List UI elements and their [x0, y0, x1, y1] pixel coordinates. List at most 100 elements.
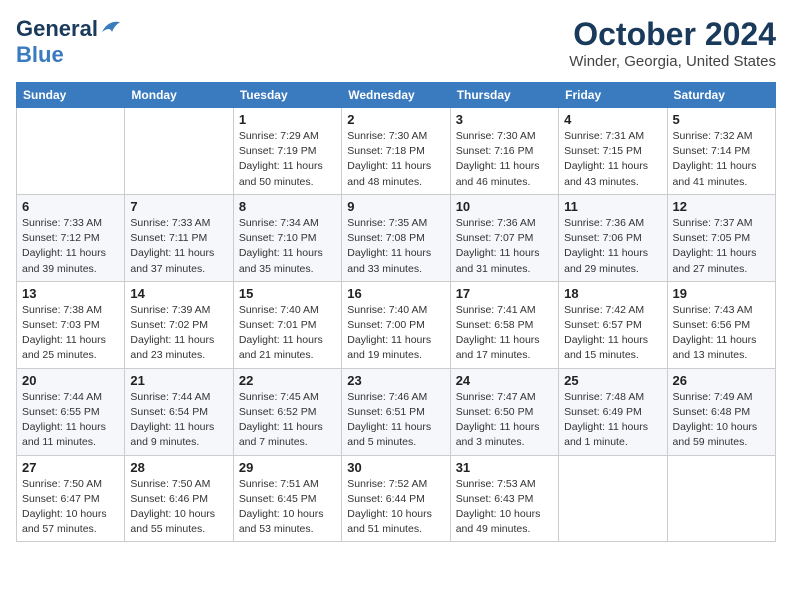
logo: General Blue: [16, 16, 122, 68]
day-number: 23: [347, 373, 444, 388]
day-number: 6: [22, 199, 119, 214]
calendar-cell: 22Sunrise: 7:45 AMSunset: 6:52 PMDayligh…: [233, 368, 341, 455]
calendar-cell: 5 Sunrise: 7:32 AMSunset: 7:14 PMDaylight…: [667, 108, 775, 195]
day-number: 30: [347, 460, 444, 475]
day-info: Sunrise: 7:30 AMSunset: 7:16 PMDaylight:…: [456, 129, 553, 190]
calendar-cell: [559, 455, 667, 542]
day-info: Sunrise: 7:32 AMSunset: 7:14 PMDaylight:…: [673, 129, 770, 190]
calendar-week-row: 1Sunrise: 7:29 AMSunset: 7:19 PMDaylight…: [17, 108, 776, 195]
day-info: Sunrise: 7:36 AMSunset: 7:06 PMDaylight:…: [564, 216, 661, 277]
calendar-cell: 24 Sunrise: 7:47 AMSunset: 6:50 PMDayligh…: [450, 368, 558, 455]
day-number: 12: [673, 199, 770, 214]
col-saturday: Saturday: [667, 83, 775, 108]
day-info: Sunrise: 7:33 AMSunset: 7:12 PMDaylight:…: [22, 216, 119, 277]
day-info: Sunrise: 7:38 AMSunset: 7:03 PMDaylight:…: [22, 303, 119, 364]
col-tuesday: Tuesday: [233, 83, 341, 108]
day-number: 19: [673, 286, 770, 301]
calendar-header-row: Sunday Monday Tuesday Wednesday Thursday…: [17, 83, 776, 108]
calendar-cell: 20Sunrise: 7:44 AMSunset: 6:55 PMDayligh…: [17, 368, 125, 455]
calendar-cell: 18Sunrise: 7:42 AMSunset: 6:57 PMDayligh…: [559, 281, 667, 368]
day-number: 21: [130, 373, 227, 388]
col-sunday: Sunday: [17, 83, 125, 108]
day-number: 15: [239, 286, 336, 301]
day-info: Sunrise: 7:31 AMSunset: 7:15 PMDaylight:…: [564, 129, 661, 190]
calendar-cell: 9 Sunrise: 7:35 AMSunset: 7:08 PMDaylight…: [342, 194, 450, 281]
calendar-cell: 26 Sunrise: 7:49 AMSunset: 6:48 PMDayligh…: [667, 368, 775, 455]
day-number: 11: [564, 199, 661, 214]
calendar-cell: 21 Sunrise: 7:44 AMSunset: 6:54 PMDayligh…: [125, 368, 233, 455]
day-number: 5: [673, 112, 770, 127]
calendar-cell: [17, 108, 125, 195]
calendar-week-row: 6 Sunrise: 7:33 AMSunset: 7:12 PMDaylight…: [17, 194, 776, 281]
calendar-cell: 19Sunrise: 7:43 AMSunset: 6:56 PMDayligh…: [667, 281, 775, 368]
day-number: 25: [564, 373, 661, 388]
day-number: 9: [347, 199, 444, 214]
calendar-cell: 25 Sunrise: 7:48 AMSunset: 6:49 PMDayligh…: [559, 368, 667, 455]
page-subtitle: Winder, Georgia, United States: [569, 53, 776, 70]
calendar-cell: 2 Sunrise: 7:30 AMSunset: 7:18 PMDaylight…: [342, 108, 450, 195]
calendar-cell: 29Sunrise: 7:51 AMSunset: 6:45 PMDayligh…: [233, 455, 341, 542]
col-thursday: Thursday: [450, 83, 558, 108]
day-info: Sunrise: 7:48 AMSunset: 6:49 PMDaylight:…: [564, 390, 661, 451]
calendar-cell: [125, 108, 233, 195]
day-info: Sunrise: 7:40 AMSunset: 7:00 PMDaylight:…: [347, 303, 444, 364]
calendar-cell: 17Sunrise: 7:41 AMSunset: 6:58 PMDayligh…: [450, 281, 558, 368]
page-header: General Blue October 2024 Winder, Georgi…: [16, 16, 776, 70]
day-info: Sunrise: 7:39 AMSunset: 7:02 PMDaylight:…: [130, 303, 227, 364]
day-number: 16: [347, 286, 444, 301]
day-info: Sunrise: 7:30 AMSunset: 7:18 PMDaylight:…: [347, 129, 444, 190]
day-number: 7: [130, 199, 227, 214]
calendar-cell: [667, 455, 775, 542]
day-number: 28: [130, 460, 227, 475]
day-number: 3: [456, 112, 553, 127]
day-number: 24: [456, 373, 553, 388]
calendar-cell: 16 Sunrise: 7:40 AMSunset: 7:00 PMDayligh…: [342, 281, 450, 368]
day-info: Sunrise: 7:35 AMSunset: 7:08 PMDaylight:…: [347, 216, 444, 277]
day-info: Sunrise: 7:34 AMSunset: 7:10 PMDaylight:…: [239, 216, 336, 277]
title-block: October 2024 Winder, Georgia, United Sta…: [569, 16, 776, 70]
day-info: Sunrise: 7:47 AMSunset: 6:50 PMDaylight:…: [456, 390, 553, 451]
day-info: Sunrise: 7:49 AMSunset: 6:48 PMDaylight:…: [673, 390, 770, 451]
calendar-week-row: 13 Sunrise: 7:38 AMSunset: 7:03 PMDayligh…: [17, 281, 776, 368]
day-info: Sunrise: 7:44 AMSunset: 6:54 PMDaylight:…: [130, 390, 227, 451]
day-info: Sunrise: 7:40 AMSunset: 7:01 PMDaylight:…: [239, 303, 336, 364]
col-wednesday: Wednesday: [342, 83, 450, 108]
day-info: Sunrise: 7:33 AMSunset: 7:11 PMDaylight:…: [130, 216, 227, 277]
page-title: October 2024: [569, 16, 776, 53]
day-info: Sunrise: 7:41 AMSunset: 6:58 PMDaylight:…: [456, 303, 553, 364]
day-number: 13: [22, 286, 119, 301]
day-number: 31: [456, 460, 553, 475]
calendar-cell: 31 Sunrise: 7:53 AMSunset: 6:43 PMDayligh…: [450, 455, 558, 542]
day-info: Sunrise: 7:53 AMSunset: 6:43 PMDaylight:…: [456, 477, 553, 538]
calendar-cell: 4Sunrise: 7:31 AMSunset: 7:15 PMDaylight…: [559, 108, 667, 195]
day-info: Sunrise: 7:46 AMSunset: 6:51 PMDaylight:…: [347, 390, 444, 451]
day-number: 26: [673, 373, 770, 388]
calendar-cell: 1Sunrise: 7:29 AMSunset: 7:19 PMDaylight…: [233, 108, 341, 195]
calendar-cell: 27Sunrise: 7:50 AMSunset: 6:47 PMDayligh…: [17, 455, 125, 542]
calendar-cell: 23 Sunrise: 7:46 AMSunset: 6:51 PMDayligh…: [342, 368, 450, 455]
day-info: Sunrise: 7:42 AMSunset: 6:57 PMDaylight:…: [564, 303, 661, 364]
calendar-cell: 28 Sunrise: 7:50 AMSunset: 6:46 PMDayligh…: [125, 455, 233, 542]
calendar-cell: 14Sunrise: 7:39 AMSunset: 7:02 PMDayligh…: [125, 281, 233, 368]
calendar-week-row: 27Sunrise: 7:50 AMSunset: 6:47 PMDayligh…: [17, 455, 776, 542]
logo-blue: Blue: [16, 42, 64, 67]
calendar-cell: 13 Sunrise: 7:38 AMSunset: 7:03 PMDayligh…: [17, 281, 125, 368]
logo-general: General: [16, 16, 98, 42]
day-info: Sunrise: 7:37 AMSunset: 7:05 PMDaylight:…: [673, 216, 770, 277]
day-info: Sunrise: 7:44 AMSunset: 6:55 PMDaylight:…: [22, 390, 119, 451]
calendar-week-row: 20Sunrise: 7:44 AMSunset: 6:55 PMDayligh…: [17, 368, 776, 455]
day-number: 22: [239, 373, 336, 388]
calendar-cell: 10Sunrise: 7:36 AMSunset: 7:07 PMDayligh…: [450, 194, 558, 281]
day-number: 1: [239, 112, 336, 127]
calendar-cell: 30 Sunrise: 7:52 AMSunset: 6:44 PMDayligh…: [342, 455, 450, 542]
day-info: Sunrise: 7:51 AMSunset: 6:45 PMDaylight:…: [239, 477, 336, 538]
calendar-cell: 11 Sunrise: 7:36 AMSunset: 7:06 PMDayligh…: [559, 194, 667, 281]
col-friday: Friday: [559, 83, 667, 108]
calendar-cell: 8Sunrise: 7:34 AMSunset: 7:10 PMDaylight…: [233, 194, 341, 281]
calendar-cell: 15 Sunrise: 7:40 AMSunset: 7:01 PMDayligh…: [233, 281, 341, 368]
calendar-cell: 7 Sunrise: 7:33 AMSunset: 7:11 PMDaylight…: [125, 194, 233, 281]
day-info: Sunrise: 7:52 AMSunset: 6:44 PMDaylight:…: [347, 477, 444, 538]
day-number: 2: [347, 112, 444, 127]
day-number: 10: [456, 199, 553, 214]
day-info: Sunrise: 7:50 AMSunset: 6:46 PMDaylight:…: [130, 477, 227, 538]
